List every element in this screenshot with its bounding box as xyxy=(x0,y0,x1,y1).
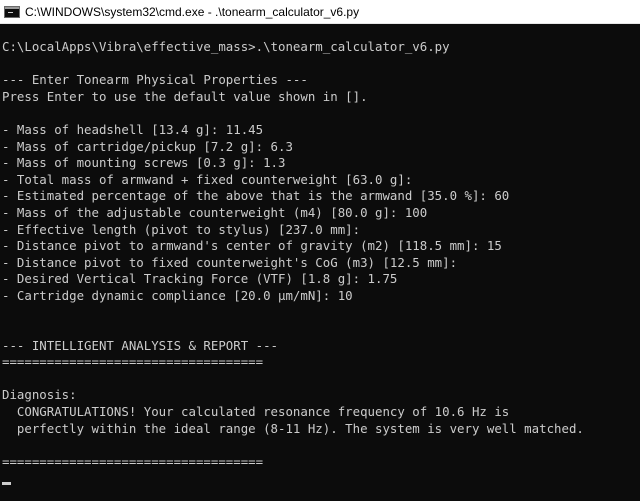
console-line: Press Enter to use the default value sho… xyxy=(2,88,368,104)
console-line: =================================== xyxy=(2,453,264,469)
console-line: =================================== xyxy=(2,354,264,370)
console-line: - Estimated percentage of the above that… xyxy=(2,188,510,204)
text-cursor xyxy=(2,482,11,486)
console-line: - Desired Vertical Tracking Force (VTF) … xyxy=(2,271,398,287)
console-line: - Distance pivot to armwand's center of … xyxy=(2,238,502,254)
console-line: - Mass of mounting screws [0.3 g]: 1.3 xyxy=(2,155,286,171)
console-icon xyxy=(4,5,20,18)
window-title: C:\WINDOWS\system32\cmd.exe - .\tonearm_… xyxy=(25,4,360,19)
console-line: - Mass of cartridge/pickup [7.2 g]: 6.3 xyxy=(2,138,293,154)
console-window: C:\WINDOWS\system32\cmd.exe - .\tonearm_… xyxy=(0,0,640,501)
console-line: - Total mass of armwand + fixed counterw… xyxy=(2,171,413,187)
console-line: - Distance pivot to fixed counterweight'… xyxy=(2,254,458,270)
title-bar[interactable]: C:\WINDOWS\system32\cmd.exe - .\tonearm_… xyxy=(0,0,640,24)
console-line: Diagnosis: xyxy=(2,387,77,403)
console-line: --- Enter Tonearm Physical Properties --… xyxy=(2,72,308,88)
console-line: - Effective length (pivot to stylus) [23… xyxy=(2,221,361,237)
console-line: - Mass of headshell [13.4 g]: 11.45 xyxy=(2,121,264,137)
console-line: --- INTELLIGENT ANALYSIS & REPORT --- xyxy=(2,337,279,353)
console-line: - Cartridge dynamic compliance [20.0 µm/… xyxy=(2,287,353,303)
console-line: CONGRATULATIONS! Your calculated resonan… xyxy=(2,404,510,420)
console-output[interactable]: C:\LocalApps\Vibra\effective_mass>.\tone… xyxy=(0,24,640,501)
console-line: C:\LocalApps\Vibra\effective_mass>.\tone… xyxy=(2,39,450,54)
console-line: perfectly within the ideal range (8-11 H… xyxy=(2,420,584,436)
console-line: - Mass of the adjustable counterweight (… xyxy=(2,204,428,220)
cursor-row xyxy=(2,470,640,487)
